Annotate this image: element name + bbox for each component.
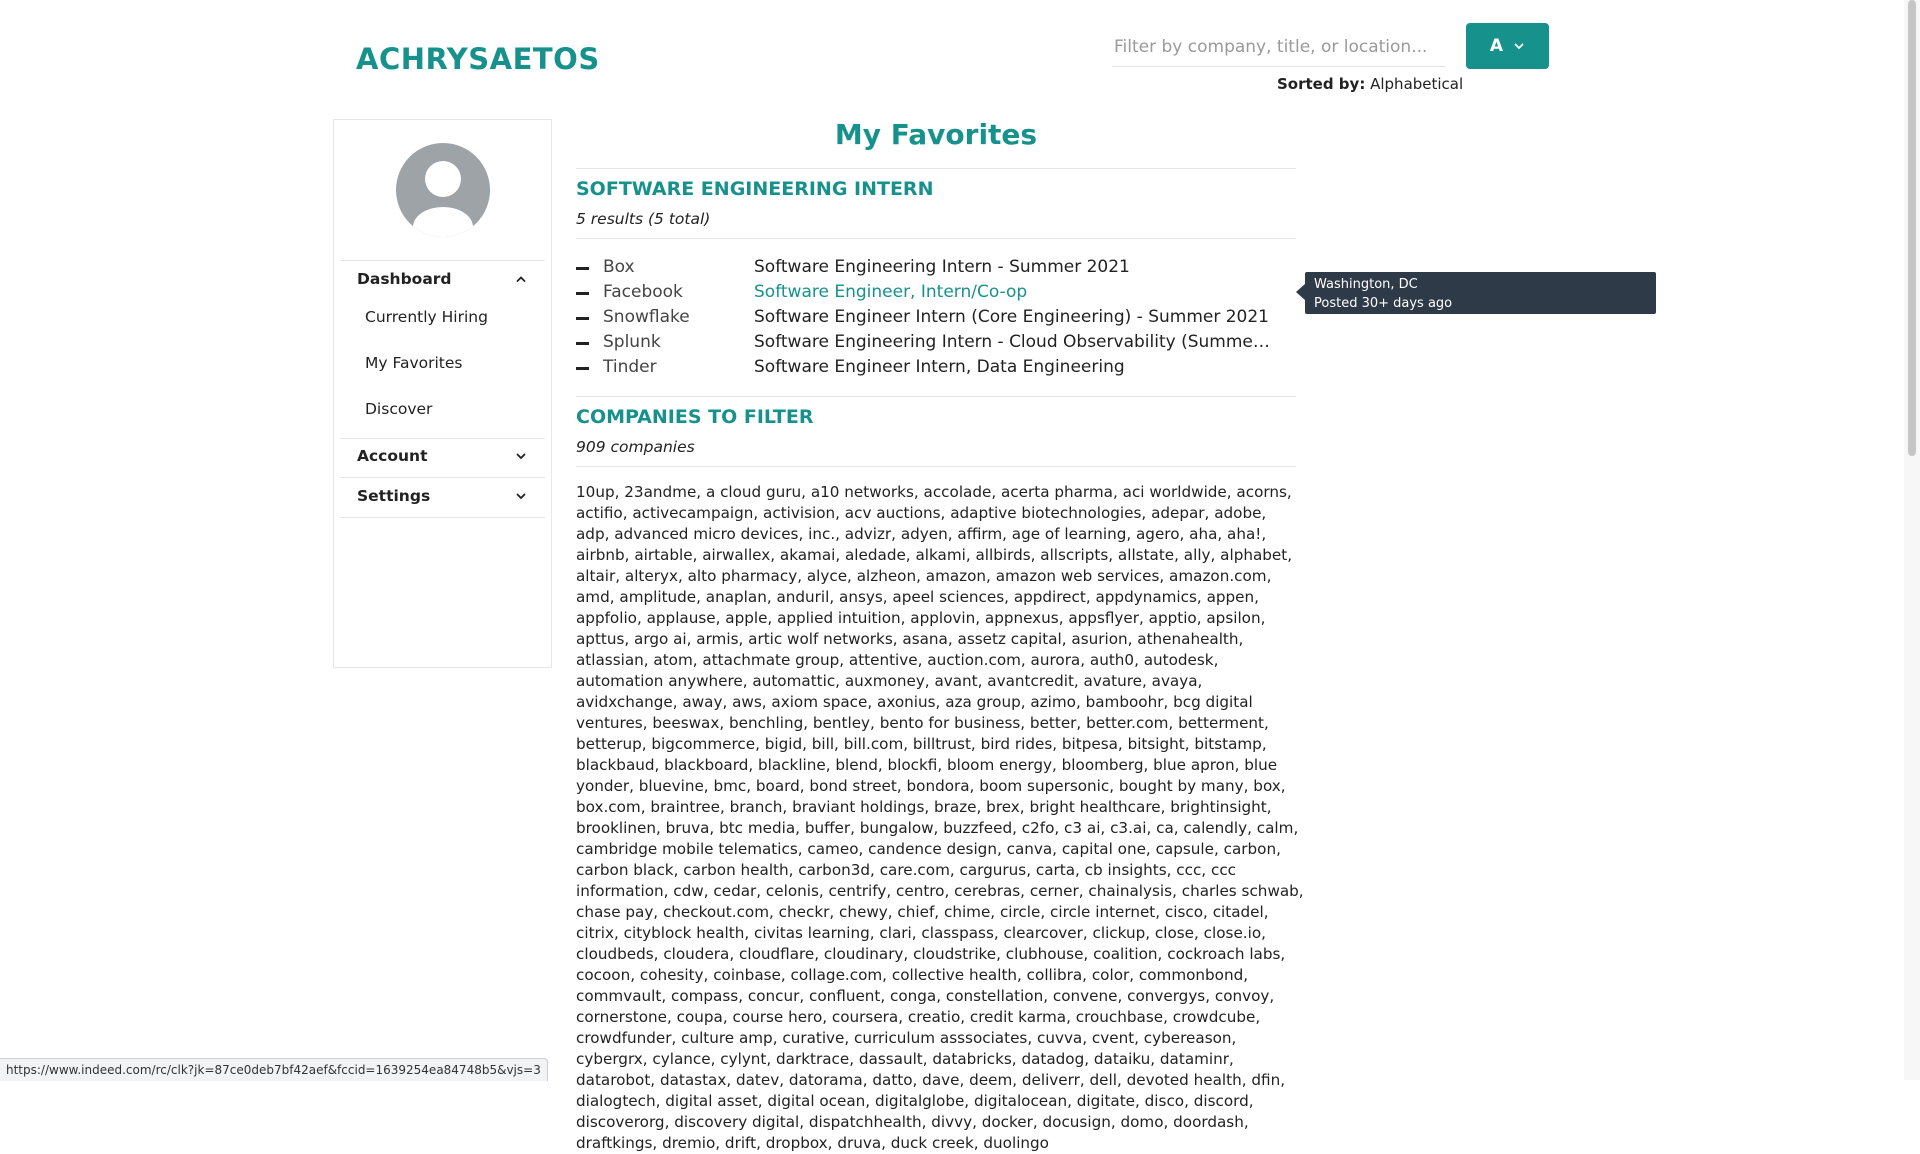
sidebar-item-settings[interactable]: Settings: [357, 487, 537, 505]
company-name: Tinder: [603, 357, 657, 377]
chevron-down-icon: [1514, 43, 1524, 50]
sidebar-item-account[interactable]: Account: [357, 447, 537, 465]
sidebar-item-label: Settings: [357, 487, 431, 505]
sidebar-divider: [340, 260, 545, 261]
company-name: Facebook: [603, 282, 683, 302]
chevron-down-icon: [516, 453, 526, 460]
sidebar-divider: [340, 438, 545, 439]
user-initial: A: [1489, 36, 1504, 56]
chevron-up-icon: [516, 276, 526, 282]
sidebar-item-my-favorites[interactable]: My Favorites: [365, 354, 463, 372]
divider: [576, 466, 1296, 467]
divider: [576, 396, 1296, 397]
sort-label-key: Sorted by:: [1277, 75, 1366, 93]
remove-favorite-icon[interactable]: [576, 367, 589, 370]
job-tooltip: Washington, DC Posted 30+ days ago: [1296, 272, 1656, 314]
companies-count: 909 companies: [576, 438, 695, 456]
status-bar-url: https://www.indeed.com/rc/clk?jk=87ce0de…: [0, 1058, 548, 1081]
scrollbar-thumb[interactable]: [1908, 0, 1916, 456]
divider: [576, 168, 1296, 169]
job-title-link[interactable]: Software Engineer, Intern/Co-op: [754, 282, 1274, 302]
remove-favorite-icon[interactable]: [576, 292, 589, 295]
job-title-link[interactable]: Software Engineering Intern - Summer 202…: [754, 257, 1274, 277]
sort-label: Sorted by: Alphabetical: [1277, 75, 1463, 93]
chevron-down-icon: [516, 493, 526, 500]
job-title-link[interactable]: Software Engineer Intern (Core Engineeri…: [754, 307, 1274, 327]
user-menu-button[interactable]: A: [1466, 23, 1549, 69]
sidebar-item-label: Dashboard: [357, 270, 452, 288]
sidebar-item-currently-hiring[interactable]: Currently Hiring: [365, 308, 488, 326]
search-input[interactable]: [1112, 28, 1446, 67]
page-title: My Favorites: [834, 118, 1038, 151]
avatar-icon[interactable]: [396, 143, 490, 237]
tooltip-arrow: [1296, 284, 1305, 300]
company-name: Box: [603, 257, 635, 277]
brand-logo[interactable]: ACHRYSAETOS: [356, 42, 600, 76]
remove-favorite-icon[interactable]: [576, 317, 589, 320]
companies-section-title: COMPANIES TO FILTER: [576, 406, 814, 428]
job-title-link[interactable]: Software Engineering Intern - Cloud Obse…: [754, 332, 1274, 352]
sidebar-item-label: Account: [357, 447, 428, 465]
favorites-section-title: SOFTWARE ENGINEERING INTERN: [576, 178, 934, 200]
job-title-link[interactable]: Software Engineer Intern, Data Engineeri…: [754, 357, 1274, 377]
company-name: Splunk: [603, 332, 661, 352]
company-name: Snowflake: [603, 307, 690, 327]
remove-favorite-icon[interactable]: [576, 342, 589, 345]
favorites-results-count: 5 results (5 total): [576, 210, 711, 228]
tooltip-posted: Posted 30+ days ago: [1314, 296, 1453, 311]
sort-label-value[interactable]: Alphabetical: [1370, 75, 1463, 93]
remove-favorite-icon[interactable]: [576, 267, 589, 270]
sidebar-divider: [340, 477, 545, 478]
sidebar-item-dashboard[interactable]: Dashboard: [357, 270, 537, 288]
companies-list: 10up, 23andme, a cloud guru, a10 network…: [576, 483, 1304, 1152]
divider: [576, 238, 1296, 239]
sidebar-divider: [340, 517, 545, 518]
sidebar-item-discover[interactable]: Discover: [365, 400, 432, 418]
tooltip-location: Washington, DC: [1314, 277, 1418, 292]
sidebar: Dashboard Currently Hiring My Favorites …: [333, 119, 552, 668]
